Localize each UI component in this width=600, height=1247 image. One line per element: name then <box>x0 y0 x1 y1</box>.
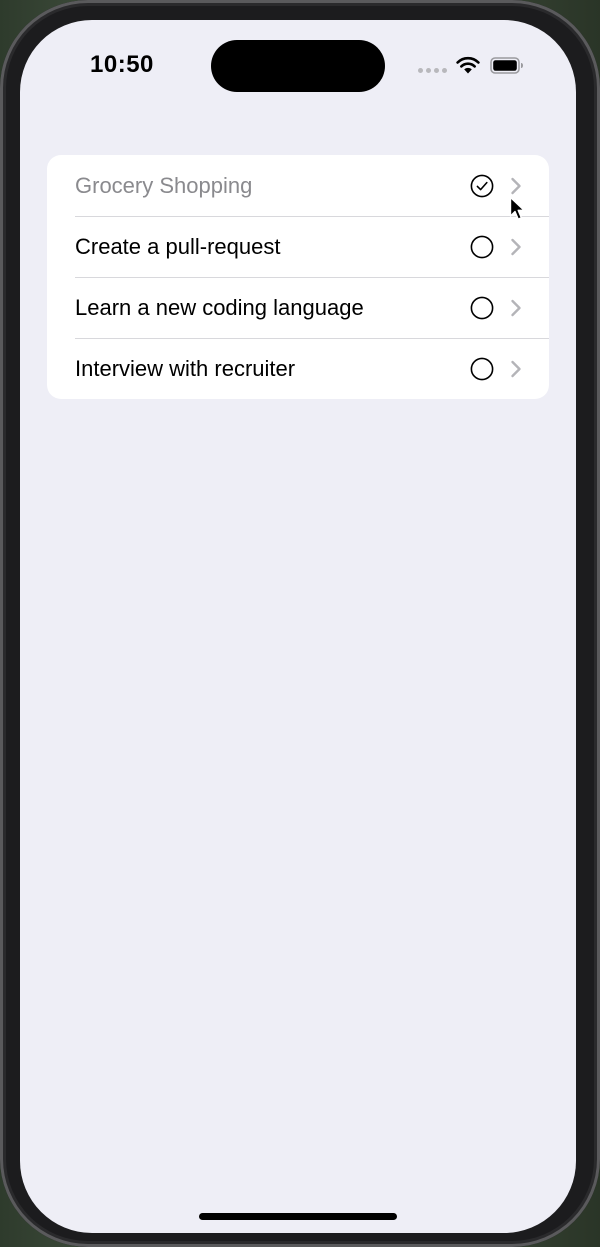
empty-circle-icon[interactable] <box>470 357 494 381</box>
phone-frame: 10:50 Grocery Shopping Create a pull-req… <box>0 0 600 1247</box>
chevron-right-icon <box>511 360 521 377</box>
todo-label: Learn a new coding language <box>75 294 364 320</box>
checkmark-circle-icon[interactable] <box>470 174 494 198</box>
cellular-signal-icon <box>418 68 447 73</box>
home-indicator[interactable] <box>199 1213 397 1220</box>
mouse-pointer-icon <box>509 196 525 220</box>
todo-label: Grocery Shopping <box>75 172 253 198</box>
empty-circle-icon[interactable] <box>470 235 494 259</box>
todo-list: Grocery Shopping Create a pull-request L… <box>47 155 549 399</box>
wifi-icon <box>456 56 480 74</box>
empty-circle-icon[interactable] <box>470 296 494 320</box>
chevron-right-icon <box>511 299 521 316</box>
todo-label: Create a pull-request <box>75 233 281 259</box>
todo-row-create-pull-request[interactable]: Create a pull-request <box>47 216 549 277</box>
chevron-right-icon <box>511 177 521 194</box>
phone-screen: 10:50 Grocery Shopping Create a pull-req… <box>20 20 576 1233</box>
todo-row-interview-recruiter[interactable]: Interview with recruiter <box>47 338 549 399</box>
chevron-right-icon <box>511 238 521 255</box>
battery-icon <box>490 57 523 74</box>
dynamic-island <box>211 40 385 92</box>
status-time: 10:50 <box>90 51 154 78</box>
status-bar: 10:50 <box>20 20 576 112</box>
todo-row-grocery-shopping[interactable]: Grocery Shopping <box>47 155 549 216</box>
todo-label: Interview with recruiter <box>75 355 296 381</box>
todo-row-learn-coding-language[interactable]: Learn a new coding language <box>47 277 549 338</box>
